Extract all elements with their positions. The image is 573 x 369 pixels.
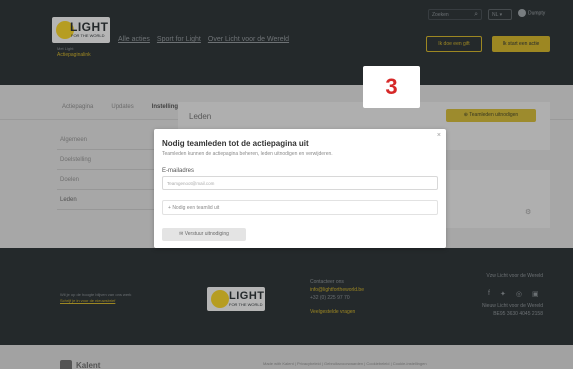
send-icon: ✉ <box>179 231 184 237</box>
close-icon[interactable]: × <box>437 132 441 139</box>
plus-icon: + <box>168 205 171 211</box>
email-field[interactable]: Teamgenoot@mail.com <box>162 176 438 190</box>
modal-title: Nodig teamleden tot de actiepagina uit <box>162 139 309 148</box>
send-invite-button[interactable]: ✉ Verstuur uitnodiging <box>162 228 246 241</box>
modal-description: Teamleden kunnen de actiepagina beheren,… <box>162 151 333 157</box>
add-member-label: Nodig een teamlid uit <box>172 205 220 211</box>
step-number-badge: 3 <box>363 66 420 108</box>
send-invite-label: Verstuur uitnodiging <box>184 231 229 237</box>
step-number: 3 <box>385 74 398 99</box>
add-member-button[interactable]: + Nodig een teamlid uit <box>162 200 438 215</box>
email-label: E-mailadres <box>162 168 195 174</box>
invite-modal: × Nodig teamleden tot de actiepagina uit… <box>154 129 446 248</box>
email-placeholder: Teamgenoot@mail.com <box>167 181 215 186</box>
